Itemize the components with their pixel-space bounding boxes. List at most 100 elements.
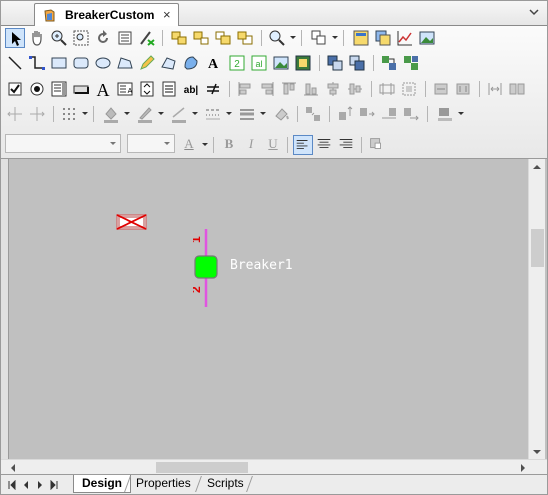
arrange-icon[interactable] — [309, 28, 329, 48]
horizontal-scroll-thumb[interactable] — [156, 462, 248, 473]
group-box-icon[interactable] — [325, 53, 345, 73]
document-tab[interactable]: BreakerCustom × — [34, 3, 179, 27]
horizontal-scrollbar[interactable] — [1, 459, 547, 474]
list-icon[interactable] — [115, 28, 135, 48]
radio-icon[interactable] — [27, 79, 47, 99]
tab-list-chevron-icon[interactable] — [529, 7, 539, 17]
chart-icon[interactable] — [395, 28, 415, 48]
line-weight-icon[interactable] — [169, 104, 189, 124]
distribute-icon[interactable] — [345, 79, 365, 99]
group-icon[interactable] — [169, 28, 189, 48]
equals-icon[interactable] — [203, 79, 223, 99]
text-align-left-button[interactable] — [293, 135, 313, 155]
zoom-in-icon[interactable] — [49, 28, 69, 48]
layout-a-icon[interactable] — [347, 53, 367, 73]
grid-icon[interactable] — [59, 104, 79, 124]
text-icon[interactable]: A — [203, 53, 223, 73]
rounded-rect-icon[interactable] — [71, 53, 91, 73]
same-width-icon[interactable] — [431, 79, 451, 99]
textfield-icon[interactable]: ab| — [181, 79, 201, 99]
line-style-icon[interactable] — [203, 104, 223, 124]
pan-hand-icon[interactable] — [27, 28, 47, 48]
paint-icon[interactable] — [271, 104, 291, 124]
move-right-icon[interactable] — [27, 104, 47, 124]
scroll-left-icon[interactable] — [11, 464, 15, 472]
tab-properties[interactable]: Properties — [128, 475, 199, 493]
size-to-fit-icon[interactable] — [507, 79, 527, 99]
line-end-dropdown-icon[interactable] — [260, 112, 266, 115]
shadow-dropdown-icon[interactable] — [458, 112, 464, 115]
polygon-icon[interactable] — [115, 53, 135, 73]
checkbox-icon[interactable] — [5, 79, 25, 99]
align-middle-icon[interactable] — [323, 79, 343, 99]
font-color-dropdown-icon[interactable] — [202, 143, 208, 146]
text-box-icon[interactable]: A — [115, 79, 135, 99]
text-wrap-button[interactable] — [367, 135, 387, 155]
align-bottom-icon[interactable] — [301, 79, 321, 99]
send-back-icon[interactable] — [235, 28, 255, 48]
scroll-up-icon[interactable] — [533, 165, 541, 169]
line-color-icon[interactable] — [135, 104, 155, 124]
previous-tab-icon[interactable] — [21, 480, 31, 490]
send-right-icon[interactable] — [401, 104, 421, 124]
first-tab-icon[interactable] — [7, 479, 17, 491]
scrollbox-icon[interactable] — [159, 79, 179, 99]
rotate-icon[interactable] — [335, 104, 355, 124]
bring-up-icon[interactable] — [357, 104, 377, 124]
font-size-select[interactable] — [127, 134, 175, 153]
move-left-icon[interactable] — [5, 104, 25, 124]
breaker-name-label[interactable]: Breaker1 — [230, 258, 293, 273]
pencil-icon[interactable] — [137, 53, 157, 73]
last-tab-icon[interactable] — [49, 479, 59, 491]
line-style-dropdown-icon[interactable] — [226, 112, 232, 115]
fill-color-icon[interactable] — [101, 104, 121, 124]
next-tab-icon[interactable] — [35, 480, 45, 490]
text-align-center-button[interactable] — [315, 135, 335, 155]
align-center-icon[interactable] — [257, 79, 277, 99]
button-icon[interactable] — [71, 79, 91, 99]
rectangle-icon[interactable] — [49, 53, 69, 73]
layout-b-icon[interactable] — [379, 53, 399, 73]
align-left-icon[interactable] — [235, 79, 255, 99]
same-size-icon[interactable] — [399, 79, 419, 99]
font-color-button[interactable]: A — [179, 135, 199, 155]
font-family-select[interactable] — [5, 134, 121, 153]
refresh-icon[interactable] — [93, 28, 113, 48]
spinner-icon[interactable] — [137, 79, 157, 99]
pointer-icon[interactable] — [5, 28, 25, 48]
vertical-scroll-thumb[interactable] — [531, 229, 544, 267]
align-top-icon[interactable] — [279, 79, 299, 99]
fill-shape-icon[interactable] — [181, 53, 201, 73]
underline-button[interactable]: U — [263, 135, 283, 155]
distribute-v-icon[interactable] — [377, 79, 397, 99]
scroll-right-icon[interactable] — [521, 464, 525, 472]
picture-icon[interactable] — [271, 53, 291, 73]
line-color-dropdown-icon[interactable] — [158, 112, 164, 115]
italic-button[interactable]: I — [241, 135, 261, 155]
tab-scripts[interactable]: Scripts — [199, 475, 252, 493]
image-icon[interactable] — [417, 28, 437, 48]
variable-icon[interactable]: al — [249, 53, 269, 73]
zoom-fit-icon[interactable] — [71, 28, 91, 48]
grid-dropdown-icon[interactable] — [82, 112, 88, 115]
value-box-icon[interactable]: 2 — [227, 53, 247, 73]
vertical-scrollbar[interactable] — [528, 159, 545, 460]
arrange-dropdown-icon[interactable] — [332, 36, 338, 39]
validate-icon[interactable] — [137, 28, 157, 48]
search-dropdown-icon[interactable] — [290, 36, 296, 39]
ellipse-icon[interactable] — [93, 53, 113, 73]
ruler-icon[interactable] — [453, 79, 473, 99]
listbox-icon[interactable] — [49, 79, 69, 99]
scroll-down-icon[interactable] — [533, 450, 541, 454]
send-down-icon[interactable] — [379, 104, 399, 124]
tab-design[interactable]: Design — [73, 475, 132, 493]
connector-icon[interactable] — [27, 53, 47, 73]
ungroup-icon[interactable] — [191, 28, 211, 48]
text-align-right-button[interactable] — [337, 135, 357, 155]
fill-color-dropdown-icon[interactable] — [124, 112, 130, 115]
link-icon[interactable] — [401, 53, 421, 73]
breaker-symbol[interactable]: 1 2 — [193, 229, 219, 307]
bold-button[interactable]: B — [219, 135, 239, 155]
shadow-icon[interactable] — [435, 104, 455, 124]
line-icon[interactable] — [5, 53, 25, 73]
